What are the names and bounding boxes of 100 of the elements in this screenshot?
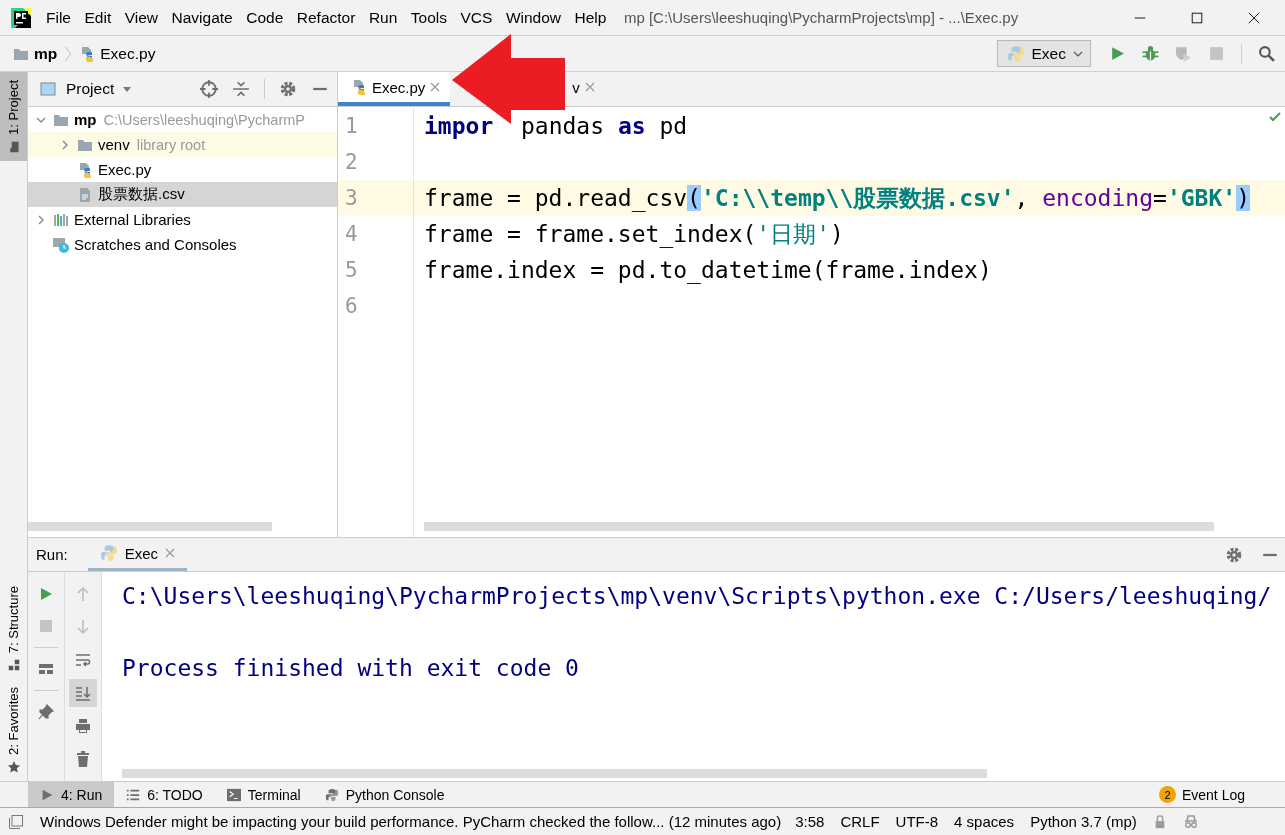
menu-item[interactable]: Navigate: [171, 8, 233, 27]
check-icon: [1269, 111, 1281, 123]
library-icon: [53, 211, 69, 228]
breadcrumb-item[interactable]: Exec.py: [100, 44, 156, 63]
menu-item[interactable]: Edit: [84, 8, 112, 27]
line-number: 6: [344, 293, 359, 320]
item-hint: C:\Users\leeshuqing\PycharmP: [103, 111, 305, 128]
editor-tab[interactable]: v: [568, 72, 605, 106]
trash-icon[interactable]: [75, 751, 91, 767]
item-name: Scratches and Consoles: [74, 236, 237, 253]
tree-item[interactable]: 股票数据.csv: [28, 182, 337, 207]
tree-item[interactable]: venv library root: [28, 132, 337, 157]
search-icon[interactable]: [1258, 45, 1275, 62]
window-icon: [40, 81, 56, 97]
text-file-icon: [77, 186, 93, 203]
tree-item[interactable]: External Libraries: [28, 207, 337, 232]
code-line: frame = frame.set_index('日期'): [424, 221, 844, 247]
window-title: mp [C:\Users\leeshuqing\PycharmProjects\mp] - ...\Exec.py: [623, 9, 1019, 26]
python-file-icon: [79, 45, 96, 62]
menu-item[interactable]: VCS: [460, 8, 493, 27]
chevron-right-icon[interactable]: [36, 214, 46, 225]
settings-icon[interactable]: [1225, 545, 1243, 564]
status-item[interactable]: UTF-8: [895, 813, 939, 830]
python-icon: [1006, 44, 1025, 63]
chevron-right-icon: [64, 44, 73, 63]
item-name: mp: [74, 111, 97, 128]
chevron-right-icon[interactable]: [60, 139, 70, 150]
menu-item[interactable]: Tools: [410, 8, 447, 27]
scrollbar[interactable]: [424, 522, 1214, 531]
side-tab[interactable]: 2: Favorites: [0, 679, 27, 781]
run-icon: [40, 787, 54, 802]
collapse-icon[interactable]: [232, 80, 250, 98]
run-icon[interactable]: [38, 586, 54, 602]
status-item[interactable]: 3:58: [795, 813, 825, 830]
code-line: frame = pd.read_csv('C:\\temp\\股票数据.csv', encoding='GBK'): [424, 185, 1250, 211]
settings-icon[interactable]: [279, 80, 297, 98]
console-line: C:\Users\leeshuqing\PycharmProjects\mp\venv\Scripts\python.exe C:/Users/leeshuqing/: [122, 582, 1273, 611]
star-icon: [7, 761, 20, 773]
editor-tab[interactable]: Exec.py: [338, 72, 451, 106]
scrollbar[interactable]: [122, 769, 987, 778]
menu-item[interactable]: File: [46, 8, 71, 27]
menu-item[interactable]: Run: [368, 8, 398, 27]
panel-title[interactable]: Project: [66, 80, 115, 98]
code-line: frame.index = pd.to_datetime(frame.index): [424, 257, 992, 283]
panel-toggle-icon[interactable]: [8, 813, 24, 830]
breadcrumb-item[interactable]: mp: [34, 44, 58, 63]
line-number: 3: [338, 180, 413, 216]
item-name: Exec.py: [98, 161, 152, 178]
maximize-icon[interactable]: [1190, 10, 1204, 25]
run-icon[interactable]: [1109, 45, 1126, 62]
line-number: 4: [344, 221, 359, 248]
menu-item[interactable]: View: [124, 8, 159, 27]
side-tab[interactable]: 1: Project: [0, 72, 27, 161]
pin-icon[interactable]: [38, 704, 54, 720]
tree-item[interactable]: Exec.py: [28, 157, 337, 182]
item-name: venv: [98, 136, 130, 153]
item-name: External Libraries: [74, 211, 191, 228]
status-item[interactable]: 4 spaces: [954, 813, 1015, 830]
grid-icon: [7, 659, 20, 672]
layout-icon[interactable]: [38, 661, 54, 677]
menu-item[interactable]: Window: [505, 8, 561, 27]
bug-icon[interactable]: [1142, 45, 1159, 62]
menu-item[interactable]: Refactor: [296, 8, 356, 27]
crosshair-icon[interactable]: [200, 80, 218, 98]
line-number: 5: [344, 257, 359, 284]
status-item[interactable]: CRLF: [840, 813, 880, 830]
status-message[interactable]: Windows Defender might be impacting your build performance. PyCharm checked the follow... (12 minutes ago): [40, 813, 782, 830]
menu-item[interactable]: Code: [246, 8, 284, 27]
side-tab[interactable]: 7: Structure: [0, 577, 27, 680]
printer-icon[interactable]: [75, 718, 91, 734]
python-icon: [99, 544, 118, 562]
python-file-icon: [351, 79, 367, 95]
run-configuration-dropdown[interactable]: Exec: [996, 40, 1091, 67]
item-hint: library root: [136, 136, 206, 153]
line-number: 2: [344, 149, 359, 176]
tool-window-tab[interactable]: Terminal: [214, 782, 313, 807]
console-line: Process finished with exit code 0: [122, 654, 580, 683]
item-name: 股票数据.csv: [98, 185, 185, 204]
tree-item[interactable]: mp C:\Users\leeshuqing\PycharmP: [28, 107, 337, 132]
folder-icon: [7, 140, 20, 153]
menu-item[interactable]: Help: [574, 8, 607, 27]
caret-icon[interactable]: [122, 84, 133, 94]
terminal-icon: [226, 787, 241, 802]
status-item[interactable]: Python 3.7 (mp): [1030, 813, 1137, 830]
code-line: impor pandas as pd: [424, 113, 688, 139]
tool-window-tab[interactable]: 6: TODO: [114, 782, 215, 807]
tool-window-tab[interactable]: Python Console: [312, 782, 457, 807]
line-number: 1: [344, 113, 359, 140]
scratch-clock-icon: [53, 236, 69, 253]
panel-title: Run:: [36, 546, 68, 563]
inspector-icon[interactable]: [1182, 813, 1199, 830]
soft-wrap-icon[interactable]: [75, 652, 91, 668]
scrollbar[interactable]: [28, 522, 272, 531]
close-icon[interactable]: [1247, 10, 1261, 25]
tree-item[interactable]: Scratches and Consoles: [28, 232, 337, 257]
list-icon: [126, 787, 141, 802]
tool-window-tab[interactable]: 4: Run: [28, 782, 115, 807]
event-log-button[interactable]: 2 Event Log: [1158, 786, 1285, 803]
python-file-icon: [77, 161, 93, 178]
scroll-to-end-icon[interactable]: [75, 685, 91, 701]
